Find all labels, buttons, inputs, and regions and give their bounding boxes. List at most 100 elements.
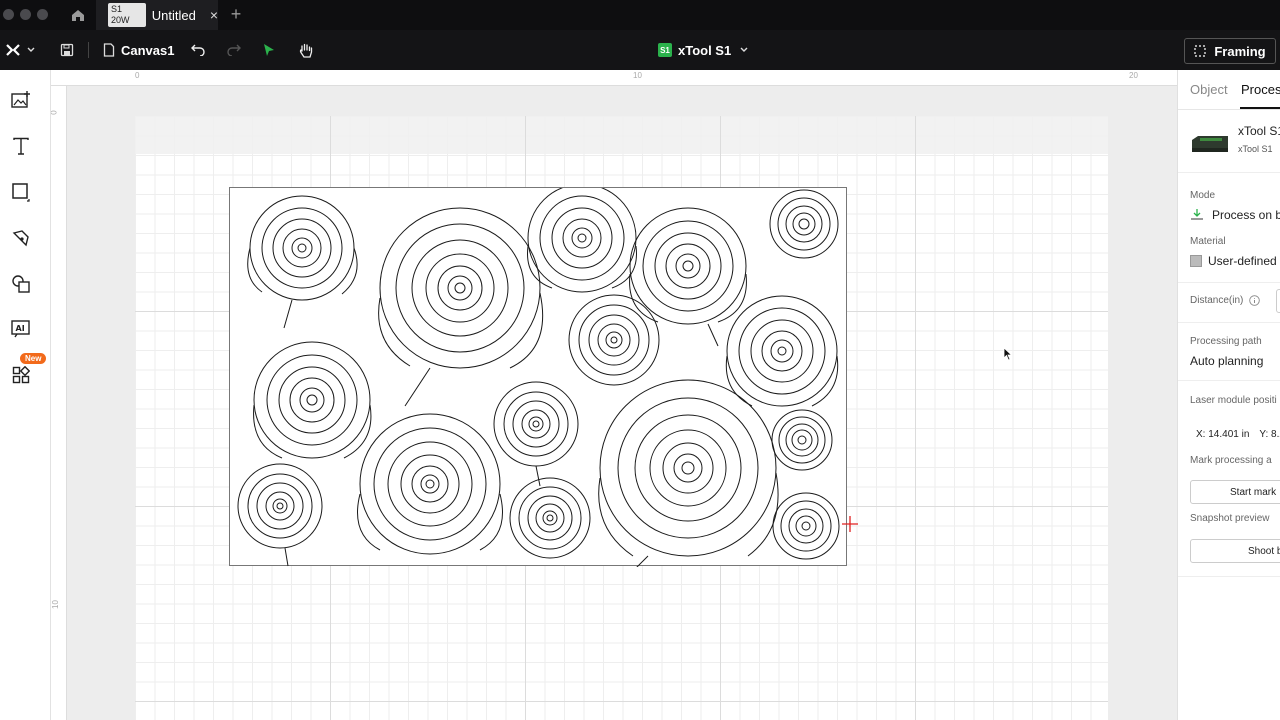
- canvas-name: Canvas1: [121, 42, 175, 58]
- apps-grid-icon: [12, 366, 30, 384]
- divider: [1178, 322, 1280, 323]
- window-minimize-dot[interactable]: [20, 9, 31, 20]
- mode-label: Mode: [1190, 190, 1216, 201]
- redo-button[interactable]: [227, 30, 241, 70]
- tab-process[interactable]: Proces: [1241, 82, 1280, 97]
- active-tab-indicator: [1240, 107, 1280, 109]
- text-tool[interactable]: [10, 135, 32, 157]
- rose-10: [598, 379, 779, 587]
- laser-position-crosshair-icon: [842, 516, 858, 532]
- laser-down-icon: [1191, 209, 1203, 220]
- rose-5: [769, 189, 839, 259]
- start-mark-label: Start mark: [1230, 486, 1277, 498]
- ruler-label: 0: [51, 110, 59, 114]
- home-icon[interactable]: [62, 0, 94, 30]
- framing-icon: [1194, 45, 1206, 57]
- tab-object[interactable]: Object: [1190, 82, 1228, 97]
- machine-thumbnail-icon: [1192, 136, 1228, 152]
- rose-3: [527, 183, 637, 293]
- horizontal-ruler: 0 10 20: [51, 70, 1177, 86]
- chevron-down-icon: [27, 47, 35, 52]
- canvas-selector[interactable]: Canvas1: [103, 30, 174, 70]
- mode-selector[interactable]: Process on b: [1190, 208, 1280, 222]
- apps-tool[interactable]: [10, 364, 32, 386]
- distance-label: Distance(in): [1190, 295, 1244, 306]
- distance-row: Distance(in): [1190, 295, 1261, 306]
- ruler-label: 10: [633, 71, 642, 80]
- redo-icon: [227, 44, 241, 56]
- text-icon: [13, 137, 29, 155]
- tab-title: Untitled: [151, 7, 196, 23]
- material-label: Material: [1190, 236, 1226, 247]
- machine-badge: S1 20W: [108, 3, 146, 27]
- shape-tool[interactable]: [10, 181, 32, 203]
- shapes-icon: [12, 275, 30, 293]
- right-panel: Object Proces xTool S1 xTool S1 Mode Pro…: [1177, 70, 1280, 720]
- save-button[interactable]: [60, 30, 74, 70]
- left-toolbar: AI New: [0, 70, 51, 720]
- framing-button[interactable]: Framing: [1184, 38, 1276, 64]
- panel-tabs: Object Proces: [1178, 70, 1280, 110]
- save-icon: [60, 43, 74, 57]
- mode-value: Process on b: [1212, 208, 1280, 222]
- processing-path-value[interactable]: Auto planning: [1190, 354, 1263, 368]
- shoot-button[interactable]: Shoot b: [1190, 539, 1280, 563]
- canvas-workspace[interactable]: [67, 86, 1177, 720]
- material-value: User-defined: [1208, 254, 1277, 268]
- device-name: xTool S1: [678, 42, 732, 58]
- ai-tool[interactable]: AI: [10, 318, 32, 340]
- rose-9: [493, 381, 579, 487]
- hand-icon: [299, 43, 313, 58]
- app-menu-button[interactable]: [6, 30, 36, 70]
- divider: [1178, 172, 1280, 173]
- pen-tool[interactable]: [10, 227, 32, 249]
- ruler-label: 10: [51, 600, 60, 609]
- select-tool-button[interactable]: [263, 30, 275, 70]
- window-zoom-dot[interactable]: [37, 9, 48, 20]
- shapes-library-tool[interactable]: [10, 273, 32, 295]
- grid-line: [135, 701, 1108, 702]
- rose-6: [253, 341, 372, 459]
- title-bar: S1 20W Untitled × +: [0, 0, 1280, 30]
- rose-13: [237, 463, 323, 567]
- svg-text:AI: AI: [16, 324, 25, 333]
- rose-7: [568, 294, 660, 386]
- new-badge: New: [20, 353, 47, 364]
- rose-15: [772, 492, 840, 560]
- vertical-ruler: 0 10: [51, 86, 67, 720]
- image-icon: [11, 91, 30, 108]
- framing-label: Framing: [1214, 43, 1266, 59]
- device-selector[interactable]: S1 xTool S1: [658, 30, 749, 70]
- rose-1: [247, 195, 358, 329]
- processing-path-label: Processing path: [1190, 336, 1262, 347]
- start-mark-button[interactable]: Start mark: [1190, 480, 1280, 504]
- document-tab[interactable]: S1 20W Untitled ×: [96, 0, 218, 30]
- distance-input[interactable]: [1276, 289, 1280, 313]
- laser-y-value: Y: 8.2: [1259, 428, 1280, 440]
- close-icon[interactable]: ×: [210, 8, 218, 22]
- ruler-label: 0: [135, 71, 140, 80]
- laser-x-value: X: 14.401 in: [1196, 428, 1250, 440]
- machine-subtitle: xTool S1: [1238, 144, 1273, 154]
- ai-icon: AI: [11, 320, 30, 338]
- shoot-button-label: Shoot b: [1248, 545, 1280, 557]
- rose-2: [378, 207, 544, 407]
- laser-position-label: Laser module positi: [1190, 395, 1277, 406]
- window-close-dot[interactable]: [3, 9, 14, 20]
- pan-tool-button[interactable]: [299, 30, 313, 70]
- undo-button[interactable]: [191, 30, 205, 70]
- laser-position-readout: X: 14.401 in Y: 8.2: [1190, 423, 1280, 445]
- bed-unreachable-zone: [135, 116, 1108, 154]
- rose-11: [771, 409, 833, 471]
- new-tab-button[interactable]: +: [226, 4, 246, 24]
- document-icon: [103, 43, 115, 57]
- mouse-cursor-icon: [1003, 347, 1013, 361]
- rose-8: [725, 295, 839, 407]
- image-tool[interactable]: [10, 89, 32, 111]
- rose-12: [357, 413, 503, 555]
- material-selector[interactable]: User-defined: [1190, 254, 1277, 268]
- rose-pattern-image[interactable]: [229, 183, 847, 587]
- rose-14: [509, 477, 591, 559]
- info-icon[interactable]: [1249, 295, 1261, 306]
- ruler-label: 20: [1129, 71, 1138, 80]
